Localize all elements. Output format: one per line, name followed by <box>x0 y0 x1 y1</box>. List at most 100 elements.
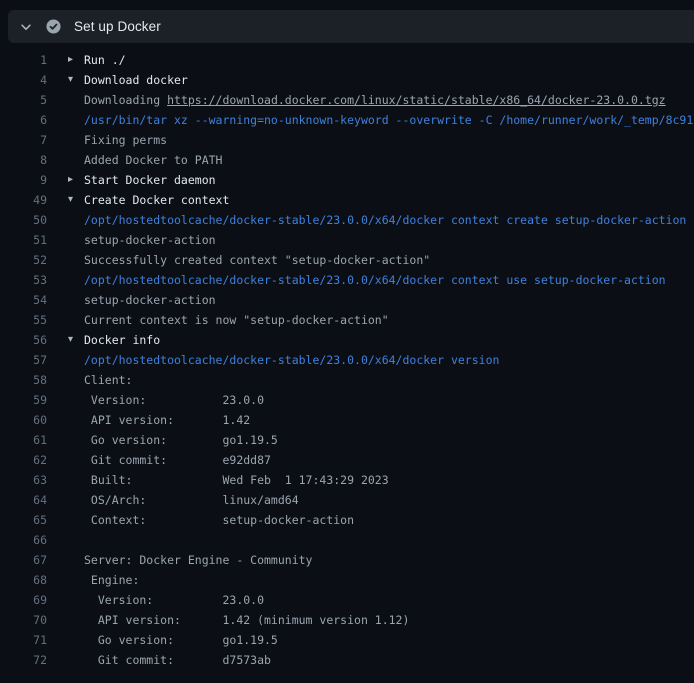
chevron-down-icon[interactable] <box>19 20 33 34</box>
log-segment: Go version: go1.19.5 <box>84 633 278 647</box>
log-text: setup-docker-action <box>84 230 694 250</box>
line-number[interactable]: 9 <box>0 170 47 190</box>
arrow-spacer <box>47 550 84 570</box>
line-number[interactable]: 64 <box>0 490 47 510</box>
line-number[interactable]: 5 <box>0 90 47 110</box>
group-collapse-icon[interactable]: ▾ <box>47 190 84 210</box>
arrow-spacer <box>47 150 84 170</box>
arrow-spacer <box>47 410 84 430</box>
line-number[interactable]: 57 <box>0 350 47 370</box>
log-command: /opt/hostedtoolcache/docker-stable/23.0.… <box>84 353 499 367</box>
line-number[interactable]: 58 <box>0 370 47 390</box>
line-number[interactable]: 59 <box>0 390 47 410</box>
arrow-spacer <box>47 130 84 150</box>
log-segment: Client: <box>84 373 132 387</box>
line-number[interactable]: 49 <box>0 190 47 210</box>
line-number[interactable]: 62 <box>0 450 47 470</box>
log-line: 9▸Start Docker daemon <box>0 170 694 190</box>
line-number[interactable]: 71 <box>0 630 47 650</box>
log-line: 1▸Run ./ <box>0 50 694 70</box>
log-text: /opt/hostedtoolcache/docker-stable/23.0.… <box>84 210 694 230</box>
log-line: 63 Built: Wed Feb 1 17:43:29 2023 <box>0 470 694 490</box>
line-number[interactable]: 6 <box>0 110 47 130</box>
line-number[interactable]: 66 <box>0 530 47 550</box>
log-segment: setup-docker-action <box>84 233 216 247</box>
step-title: Set up Docker <box>74 19 161 34</box>
log-line: 59 Version: 23.0.0 <box>0 390 694 410</box>
line-number[interactable]: 72 <box>0 650 47 670</box>
line-number[interactable]: 1 <box>0 50 47 70</box>
step-header[interactable]: Set up Docker <box>8 10 694 43</box>
log-text: Client: <box>84 370 694 390</box>
group-expand-icon[interactable]: ▸ <box>47 170 84 190</box>
arrow-spacer <box>47 450 84 470</box>
log-line: 61 Go version: go1.19.5 <box>0 430 694 450</box>
log-command: /opt/hostedtoolcache/docker-stable/23.0.… <box>84 213 686 227</box>
log-text <box>84 530 694 550</box>
arrow-spacer <box>47 510 84 530</box>
line-number[interactable]: 55 <box>0 310 47 330</box>
log-text: Download docker <box>84 70 694 90</box>
group-collapse-icon[interactable]: ▾ <box>47 70 84 90</box>
log-line: 49▾Create Docker context <box>0 190 694 210</box>
log-text: Successfully created context "setup-dock… <box>84 250 694 270</box>
group-collapse-icon[interactable]: ▾ <box>47 330 84 350</box>
line-number[interactable]: 54 <box>0 290 47 310</box>
arrow-spacer <box>47 530 84 550</box>
group-title: Create Docker context <box>84 193 229 207</box>
log-line: 67Server: Docker Engine - Community <box>0 550 694 570</box>
arrow-spacer <box>47 230 84 250</box>
line-number[interactable]: 67 <box>0 550 47 570</box>
log-text: Create Docker context <box>84 190 694 210</box>
log-segment: Added Docker to PATH <box>84 153 222 167</box>
log-text: Version: 23.0.0 <box>84 390 694 410</box>
log-segment: Fixing perms <box>84 133 167 147</box>
log-text: Go version: go1.19.5 <box>84 430 694 450</box>
log-text: Git commit: e92dd87 <box>84 450 694 470</box>
line-number[interactable]: 4 <box>0 70 47 90</box>
arrow-spacer <box>47 90 84 110</box>
line-number[interactable]: 52 <box>0 250 47 270</box>
log-text: Added Docker to PATH <box>84 150 694 170</box>
log-line: 70 API version: 1.42 (minimum version 1.… <box>0 610 694 630</box>
log-segment: OS/Arch: linux/amd64 <box>84 493 299 507</box>
log-text: /usr/bin/tar xz --warning=no-unknown-key… <box>84 110 694 130</box>
line-number[interactable]: 65 <box>0 510 47 530</box>
group-expand-icon[interactable]: ▸ <box>47 50 84 70</box>
arrow-spacer <box>47 350 84 370</box>
arrow-spacer <box>47 630 84 650</box>
log-text: Run ./ <box>84 50 694 70</box>
arrow-spacer <box>47 110 84 130</box>
log-line: 52 Successfully created context "setup-do… <box>0 250 694 270</box>
check-circle-icon <box>46 19 61 34</box>
log-text: Go version: go1.19.5 <box>84 630 694 650</box>
line-number[interactable]: 51 <box>0 230 47 250</box>
log-segment: Context: setup-docker-action <box>84 513 354 527</box>
log-segment: Current context is now "setup-docker-act… <box>84 313 389 327</box>
log-line: 51 setup-docker-action <box>0 230 694 250</box>
arrow-spacer <box>47 370 84 390</box>
log-line: 72 Git commit: d7573ab <box>0 650 694 670</box>
arrow-spacer <box>47 590 84 610</box>
log-line: 66 <box>0 530 694 550</box>
log-container: 1▸Run ./4▾Download docker5Downloading ht… <box>0 50 694 670</box>
arrow-spacer <box>47 650 84 670</box>
line-number[interactable]: 68 <box>0 570 47 590</box>
arrow-spacer <box>47 430 84 450</box>
log-line: 65 Context: setup-docker-action <box>0 510 694 530</box>
line-number[interactable]: 56 <box>0 330 47 350</box>
log-lines: 1▸Run ./4▾Download docker5Downloading ht… <box>0 50 694 670</box>
line-number[interactable]: 69 <box>0 590 47 610</box>
log-link[interactable]: https://download.docker.com/linux/static… <box>167 93 666 107</box>
line-number[interactable]: 7 <box>0 130 47 150</box>
log-line: 54setup-docker-action <box>0 290 694 310</box>
line-number[interactable]: 50 <box>0 210 47 230</box>
line-number[interactable]: 70 <box>0 610 47 630</box>
line-number[interactable]: 8 <box>0 150 47 170</box>
line-number[interactable]: 63 <box>0 470 47 490</box>
arrow-spacer <box>47 390 84 410</box>
line-number[interactable]: 60 <box>0 410 47 430</box>
log-text: /opt/hostedtoolcache/docker-stable/23.0.… <box>84 350 694 370</box>
line-number[interactable]: 61 <box>0 430 47 450</box>
line-number[interactable]: 53 <box>0 270 47 290</box>
